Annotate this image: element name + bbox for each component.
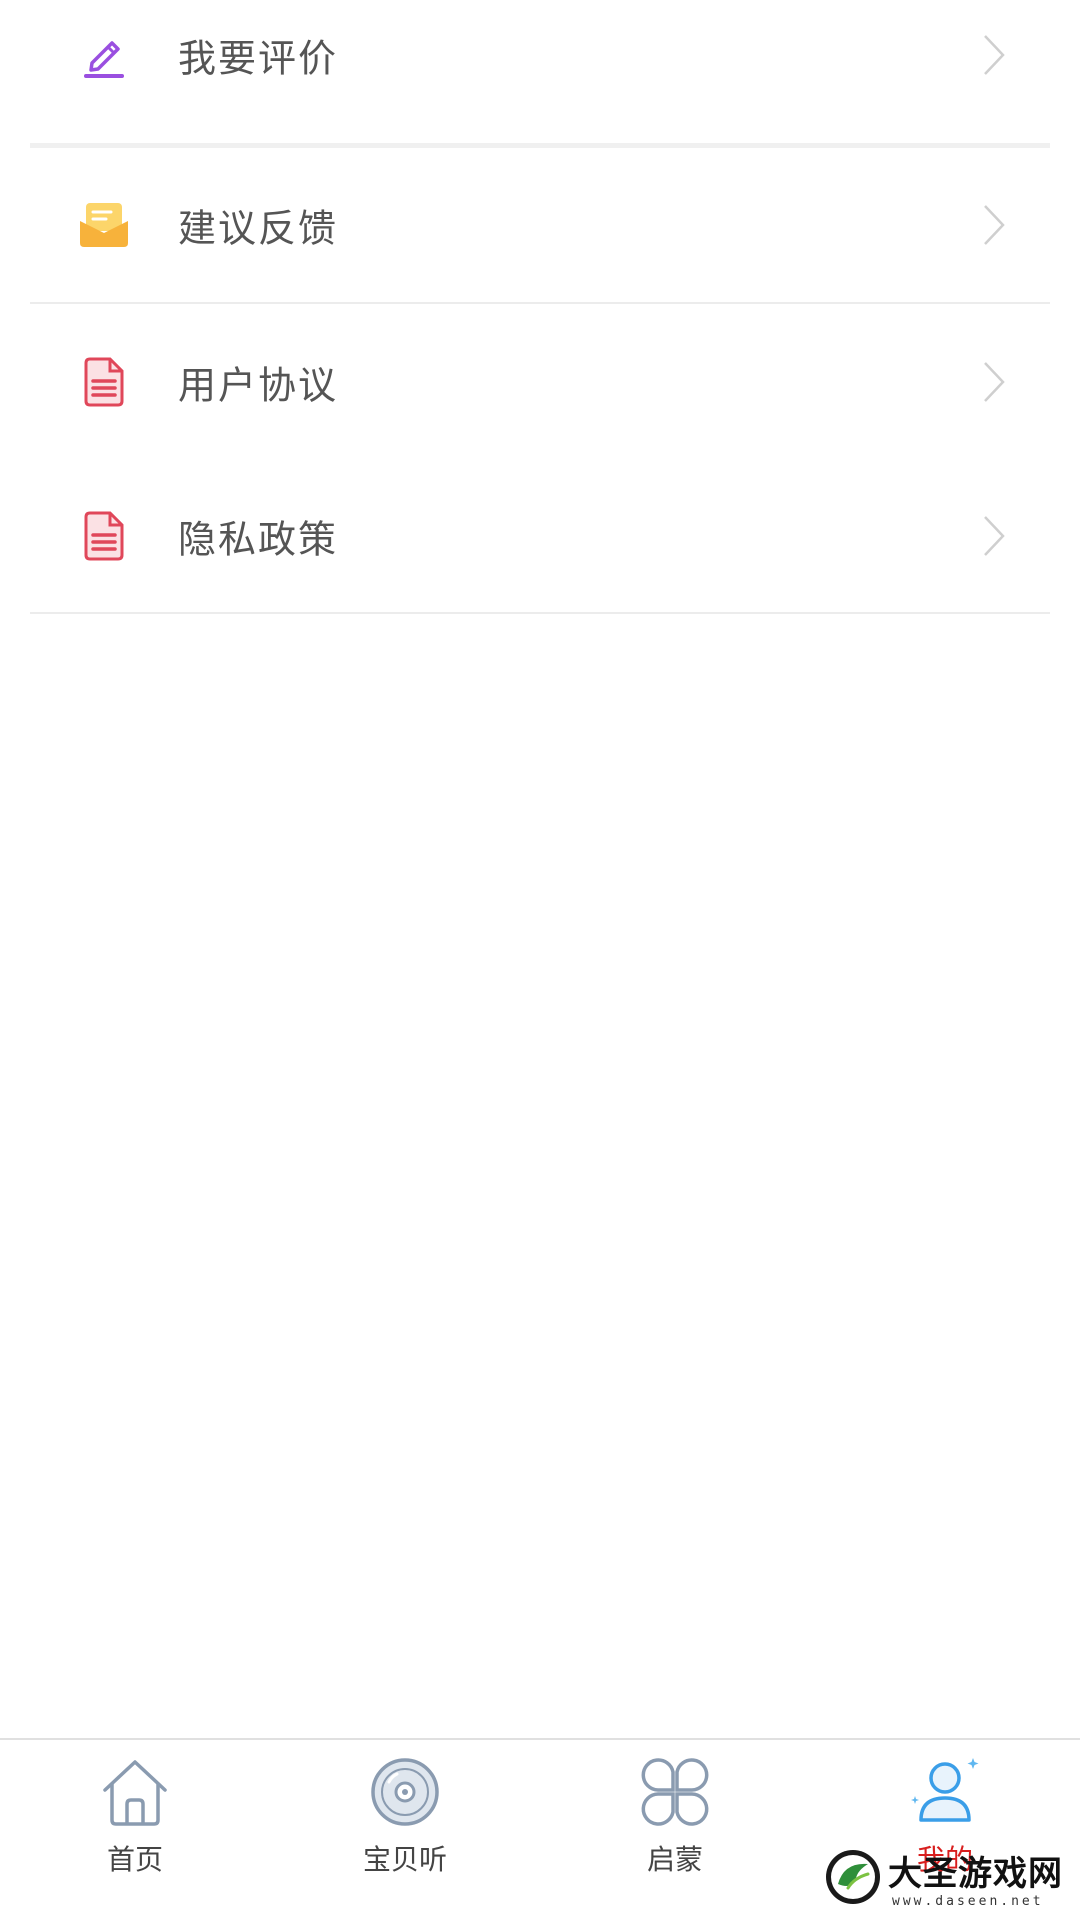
menu-item-label: 我要评价 (178, 36, 339, 81)
tab-label: 宝贝听 (362, 1843, 447, 1876)
site-watermark: 大圣游戏网 www.daseen.net (820, 1838, 1070, 1918)
chevron-right-icon (984, 362, 1005, 402)
watermark-title: 大圣游戏网 (888, 1854, 1063, 1894)
clover-icon (641, 1758, 709, 1826)
menu-item-rate[interactable]: 我要评价 (30, 0, 1050, 110)
tab-listen[interactable]: 宝贝听 (270, 1740, 540, 1920)
menu-item-privacy-policy[interactable]: 隐私政策 (30, 460, 1050, 612)
chevron-right-icon (984, 205, 1005, 245)
tab-home[interactable]: 首页 (0, 1740, 270, 1920)
menu-item-label: 建议反馈 (178, 206, 339, 251)
chevron-right-icon (984, 35, 1005, 75)
settings-screen: 我要评价 建议反馈 用户协议 隐私政策 首页 宝贝听 启蒙 我的 大圣游戏网 w… (0, 0, 1080, 1920)
tab-label: 首页 (106, 1843, 163, 1876)
watermark-url: www.daseen.net (892, 1894, 1044, 1909)
menu-item-user-agreement[interactable]: 用户协议 (30, 304, 1050, 460)
chevron-right-icon (984, 516, 1005, 556)
user-icon (911, 1758, 979, 1822)
watermark-logo-icon (826, 1850, 880, 1904)
divider (30, 612, 1050, 614)
tab-label: 启蒙 (646, 1843, 703, 1876)
disc-icon (371, 1758, 439, 1826)
document-icon (76, 508, 132, 564)
menu-item-feedback[interactable]: 建议反馈 (30, 148, 1050, 302)
menu-item-label: 用户协议 (178, 363, 339, 408)
pencil-icon (76, 27, 132, 83)
menu-item-label: 隐私政策 (178, 517, 339, 562)
document-icon (76, 354, 132, 410)
mail-icon (76, 197, 132, 253)
home-icon (103, 1760, 167, 1826)
tab-enlighten[interactable]: 启蒙 (540, 1740, 810, 1920)
